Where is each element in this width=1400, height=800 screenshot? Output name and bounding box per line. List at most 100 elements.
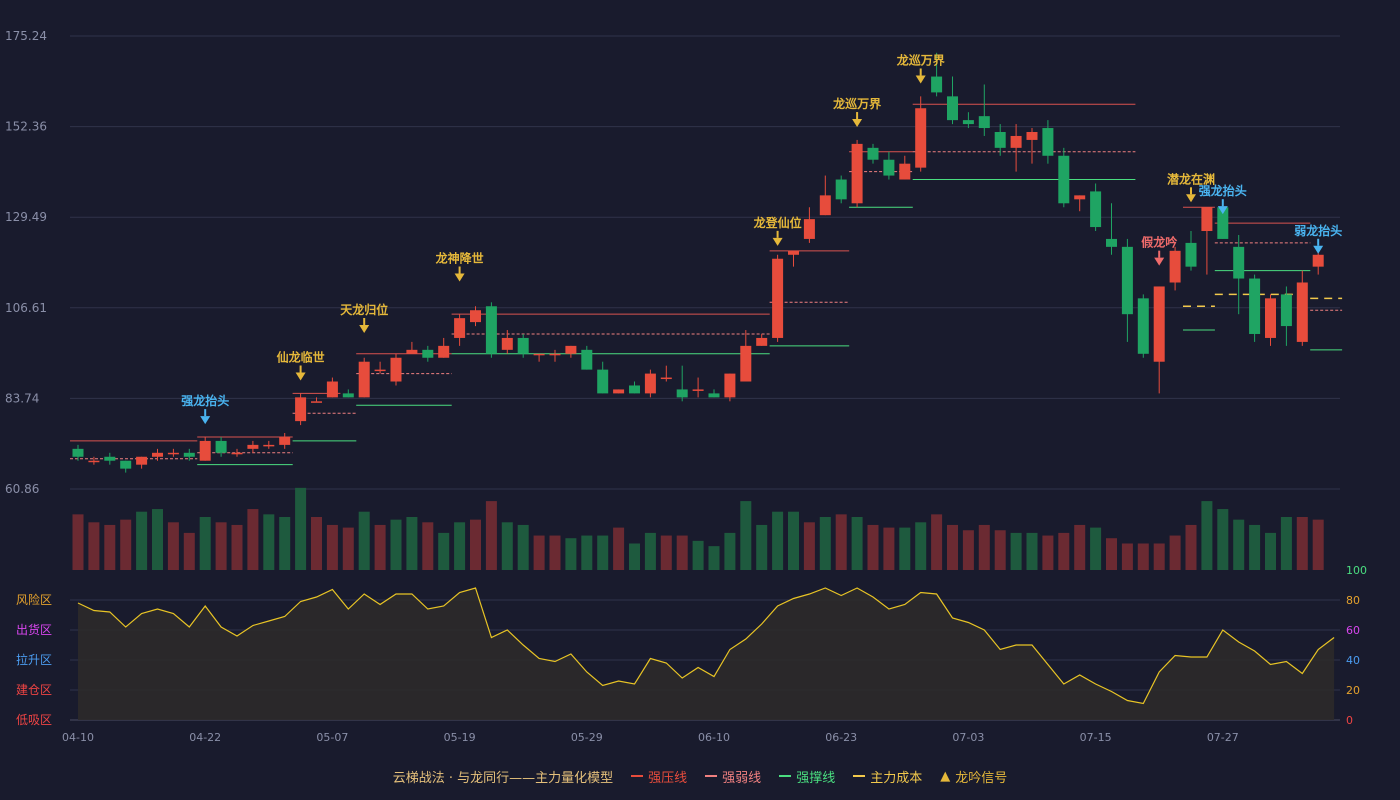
volume-bar	[1233, 519, 1245, 570]
volume-bar	[136, 511, 148, 570]
volume-bar	[708, 546, 720, 570]
volume-bar	[676, 535, 688, 570]
price-tick-label: 152.36	[5, 120, 47, 134]
candle-body	[454, 318, 466, 338]
price-tick-label: 175.24	[5, 29, 47, 43]
cost-line-icon	[853, 775, 866, 777]
legend-item-strong-pressure: 强压线	[631, 767, 687, 786]
volume-bar	[72, 514, 84, 570]
candle-body	[326, 381, 338, 398]
candle-body	[835, 179, 847, 200]
volume-bar	[183, 532, 195, 570]
candle-body	[867, 147, 879, 160]
x-tick-label: 06-10	[698, 731, 730, 744]
signal-arrow-icon	[1154, 257, 1165, 266]
volume-bar	[660, 535, 672, 570]
signal-arrow-icon	[200, 416, 211, 425]
volume-bar	[199, 517, 211, 570]
candle-body	[692, 389, 704, 391]
volume-bar	[167, 522, 179, 570]
candle-body	[994, 132, 1006, 148]
volume-bar	[724, 532, 736, 570]
indicator-tick-label: 40	[1346, 654, 1360, 667]
volume-bar	[501, 522, 513, 570]
volume-bar	[1010, 532, 1022, 570]
candle-body	[501, 337, 513, 350]
indicator-tick-label: 100	[1346, 564, 1367, 577]
candle-body	[565, 345, 577, 354]
volume-bar	[962, 530, 974, 570]
legend-label: 主力成本	[870, 770, 923, 786]
candle-body	[374, 369, 386, 372]
candle-body	[1137, 298, 1149, 354]
zone-label: 低吸区	[16, 713, 52, 727]
candle-body	[485, 306, 497, 354]
candle-body	[1090, 191, 1102, 228]
price-tick-label: 129.49	[5, 210, 47, 224]
zone-label: 拉升区	[16, 652, 52, 667]
volume-bar	[1265, 532, 1276, 570]
volume-bar	[1217, 509, 1229, 570]
volume-bar	[311, 517, 322, 570]
volume-bar	[1201, 501, 1213, 570]
candle-body	[88, 460, 100, 463]
candle-body	[788, 250, 799, 255]
candle-body	[1249, 278, 1261, 334]
volume-bar	[1169, 535, 1181, 570]
candle-body	[724, 373, 736, 398]
candle-body	[851, 143, 863, 204]
volume-bar	[295, 487, 307, 570]
candle-body	[422, 349, 434, 358]
signal-label: 龙巡万界	[833, 96, 881, 111]
candle-body	[406, 349, 418, 354]
volume-bar	[1280, 517, 1292, 570]
volume-bar	[835, 514, 847, 570]
volume-bar	[1312, 519, 1324, 570]
legend-label: 强压线	[648, 770, 688, 786]
volume-bar	[899, 527, 911, 570]
volume-bar	[152, 509, 163, 570]
x-tick-label: 05-07	[316, 731, 348, 744]
volume-bar	[1137, 543, 1149, 570]
volume-bar	[215, 522, 227, 570]
candle-body	[1296, 282, 1308, 342]
candle-body	[1106, 238, 1117, 247]
candle-body	[772, 258, 784, 338]
volume-bar	[390, 519, 402, 570]
signal-label: 天龙归位	[340, 302, 388, 317]
volume-bar	[88, 522, 100, 570]
candle-body	[215, 440, 227, 453]
volume-bar	[422, 522, 434, 570]
volume-bar	[629, 543, 640, 570]
candle-body	[72, 448, 84, 457]
signal-arrow-icon	[772, 237, 783, 246]
candle-body	[1185, 242, 1197, 267]
candle-body	[136, 456, 148, 465]
candle-body	[644, 373, 656, 394]
signal-label: 仙龙临世	[277, 350, 325, 365]
candle-body	[629, 385, 640, 394]
volume-bar	[517, 524, 529, 570]
candle-body	[104, 456, 116, 461]
candle-body	[978, 116, 990, 129]
x-tick-label: 04-10	[62, 731, 94, 744]
signal-label: 龙神降世	[436, 251, 484, 266]
volume-bar	[104, 524, 116, 570]
volume-bar	[931, 514, 943, 570]
volume-bar	[1296, 517, 1308, 570]
candle-body	[1042, 128, 1054, 156]
price-tick-label: 106.61	[5, 301, 47, 315]
volume-bar	[406, 517, 418, 570]
volume-bar	[1026, 532, 1038, 570]
candle-body	[438, 345, 450, 358]
candle-body	[120, 460, 132, 469]
indicator-area	[78, 588, 1335, 720]
candle-body	[1312, 254, 1324, 267]
volume-bar	[644, 532, 656, 570]
candle-body	[1265, 298, 1276, 338]
candle-body	[549, 353, 561, 356]
candle-body	[263, 444, 275, 447]
candle-body	[295, 397, 307, 422]
price-tick-label: 83.74	[5, 391, 39, 405]
volume-bar	[342, 527, 354, 570]
